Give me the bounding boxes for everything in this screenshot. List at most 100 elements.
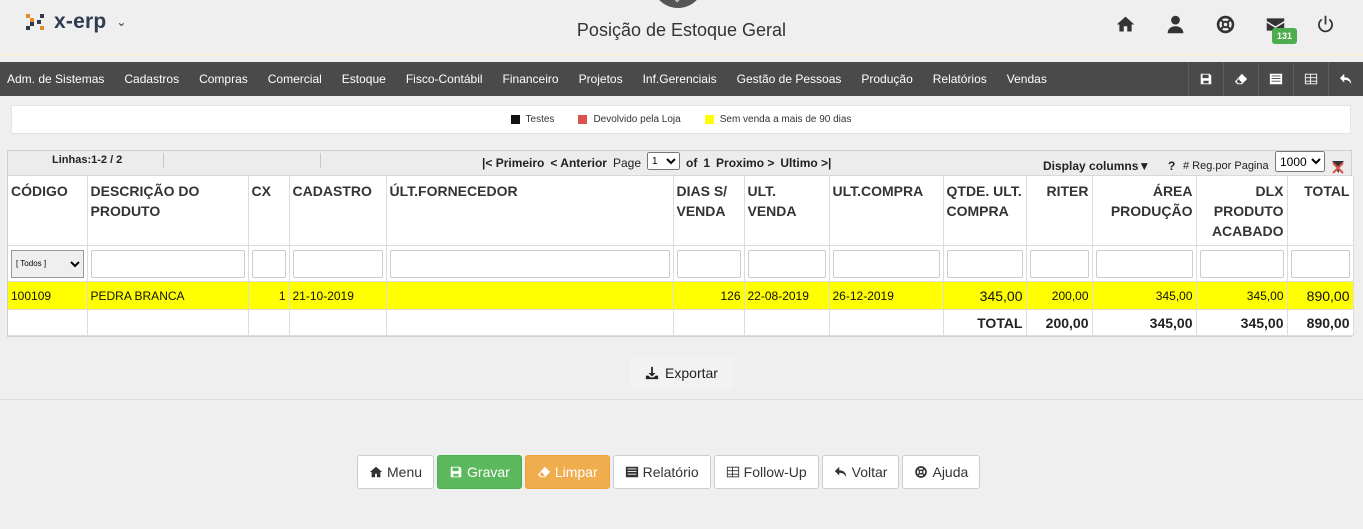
report-list-icon[interactable]	[1258, 62, 1293, 96]
action-buttons: Menu Gravar Limpar Relatório Follow-Up V…	[357, 455, 981, 489]
menu-item-compras[interactable]: Compras	[199, 72, 248, 86]
status-filter-select[interactable]: [ Todos ]	[11, 249, 84, 278]
filter-dias[interactable]	[676, 249, 741, 278]
menu-item-gestao-pessoas[interactable]: Gestão de Pessoas	[737, 72, 842, 86]
menu-item-producao[interactable]: Produção	[861, 72, 912, 86]
filter-ult-venda[interactable]	[747, 249, 826, 278]
back-arrow-icon[interactable]	[1328, 62, 1363, 96]
eraser-icon[interactable]	[1223, 62, 1258, 96]
filter-riter[interactable]	[1029, 249, 1089, 278]
home-icon	[369, 466, 383, 478]
export-label: Exportar	[665, 365, 718, 381]
total-area: 345,00	[1092, 309, 1197, 336]
filter-qtde[interactable]	[946, 249, 1023, 278]
menu-item-projetos[interactable]: Projetos	[579, 72, 623, 86]
cell-area: 345,00	[1092, 281, 1197, 310]
page-select[interactable]: 1	[647, 152, 680, 170]
filter-fornecedor[interactable]	[389, 249, 670, 278]
prev-page-link[interactable]: < Anterior	[550, 156, 607, 170]
save-button-label: Gravar	[467, 464, 510, 480]
total-dlx: 345,00	[1196, 309, 1288, 336]
help-link[interactable]: ?	[1168, 159, 1175, 173]
home-icon[interactable]	[1113, 12, 1137, 36]
status-legend: Testes Devolvido pela Loja Sem venda a m…	[11, 105, 1351, 134]
clear-button[interactable]: Limpar	[524, 455, 610, 489]
next-page-link[interactable]: Proximo >	[716, 156, 774, 170]
legend-swatch	[704, 115, 714, 124]
legend-swatch	[510, 115, 520, 124]
column-header[interactable]: QTDE. ULT. COMPRA	[943, 176, 1027, 246]
main-menu-bar: Adm. de Sistemas Cadastros Compras Comer…	[0, 62, 1363, 96]
column-header[interactable]: ULT. VENDA	[744, 176, 830, 246]
table-grid-icon[interactable]	[1293, 62, 1328, 96]
column-header[interactable]: RITER	[1026, 176, 1093, 246]
legend-item-testes: Testes	[510, 114, 554, 125]
cell-dlx: 345,00	[1196, 281, 1288, 310]
cell-riter: 200,00	[1026, 281, 1093, 310]
export-button[interactable]: Exportar	[630, 357, 733, 389]
display-columns-toggle[interactable]: Display columns▼	[1043, 159, 1150, 173]
per-page-select[interactable]: 1000	[1275, 151, 1325, 172]
eraser-icon	[537, 466, 550, 478]
menu-item-vendas[interactable]: Vendas	[1007, 72, 1047, 86]
menu-item-financeiro[interactable]: Financeiro	[503, 72, 559, 86]
column-header[interactable]: ÚLT.FORNECEDOR	[386, 176, 674, 246]
menu-item-comercial[interactable]: Comercial	[268, 72, 322, 86]
cell-ult-compra: 26-12-2019	[829, 281, 944, 310]
last-page-link[interactable]: Ultimo >|	[780, 156, 831, 170]
page-label: Page	[612, 155, 641, 170]
collapse-header-toggle[interactable]: ⌄	[652, 0, 704, 8]
clear-button-label: Limpar	[554, 464, 598, 480]
column-header[interactable]: ÁREA PRODUÇÃO	[1092, 176, 1197, 246]
stock-position-grid: Linhas:1-2 / 2 |< Primeiro < Anterior Pa…	[7, 150, 1354, 337]
clear-filter-icon[interactable]	[1331, 160, 1345, 174]
back-button[interactable]: Voltar	[821, 455, 900, 489]
filter-cx[interactable]	[251, 249, 286, 278]
column-header[interactable]: ULT.COMPRA	[829, 176, 944, 246]
filter-descricao[interactable]	[90, 249, 245, 278]
menu-button[interactable]: Menu	[357, 455, 435, 489]
legend-swatch	[578, 115, 588, 124]
cell-cadastro: 21-10-2019	[289, 281, 387, 310]
user-icon[interactable]	[1163, 12, 1187, 36]
help-button[interactable]: Ajuda	[902, 455, 981, 489]
filter-dlx[interactable]	[1199, 249, 1284, 278]
legend-item-devolvido: Devolvido pela Loja	[578, 114, 681, 125]
filter-area[interactable]	[1095, 249, 1193, 278]
cell-dias: 126	[673, 281, 745, 310]
column-header[interactable]: DESCRIÇÃO DO PRODUTO	[87, 176, 249, 246]
column-header[interactable]: TOTAL	[1287, 176, 1354, 246]
menu-item-adm-sistemas[interactable]: Adm. de Sistemas	[7, 72, 104, 86]
menu-item-cadastros[interactable]: Cadastros	[124, 72, 179, 86]
first-page-link[interactable]: |< Primeiro	[482, 156, 544, 170]
menu-item-relatorios[interactable]: Relatórios	[933, 72, 987, 86]
column-header[interactable]: DLX PRODUTO ACABADO	[1196, 176, 1288, 246]
save-icon[interactable]	[1188, 62, 1223, 96]
menu-item-inf-gerenciais[interactable]: Inf.Gerenciais	[643, 72, 717, 86]
report-button[interactable]: Relatório	[612, 455, 711, 489]
total-riter: 200,00	[1026, 309, 1093, 336]
filter-cadastro[interactable]	[292, 249, 383, 278]
cell-codigo: 100109	[8, 281, 88, 310]
total-total: 890,00	[1287, 309, 1354, 336]
row-count: Linhas:1-2 / 2	[52, 154, 123, 166]
column-header[interactable]: CADASTRO	[289, 176, 387, 246]
column-header[interactable]: CX	[248, 176, 290, 246]
support-lifebuoy-icon[interactable]	[1213, 12, 1237, 36]
mail-icon[interactable]: 131	[1263, 12, 1298, 44]
filter-total[interactable]	[1290, 249, 1350, 278]
save-button[interactable]: Gravar	[437, 455, 522, 489]
back-arrow-icon	[834, 466, 846, 478]
header-row: CÓDIGO DESCRIÇÃO DO PRODUTO CX CADASTRO …	[8, 176, 1354, 246]
column-header[interactable]: DIAS S/ VENDA	[673, 176, 745, 246]
column-header[interactable]: CÓDIGO	[8, 176, 88, 246]
menu-item-fisco-contabil[interactable]: Fisco-Contábil	[406, 72, 483, 86]
legend-label: Devolvido pela Loja	[593, 114, 681, 125]
power-icon[interactable]	[1313, 12, 1337, 36]
chevron-down-icon: ⌄	[673, 0, 681, 5]
pager-divider	[163, 153, 164, 168]
table-row[interactable]: 100109 PEDRA BRANCA 1 21-10-2019 126 22-…	[8, 281, 1354, 310]
filter-ult-compra[interactable]	[832, 249, 940, 278]
menu-item-estoque[interactable]: Estoque	[342, 72, 386, 86]
follow-up-button[interactable]: Follow-Up	[713, 455, 819, 489]
